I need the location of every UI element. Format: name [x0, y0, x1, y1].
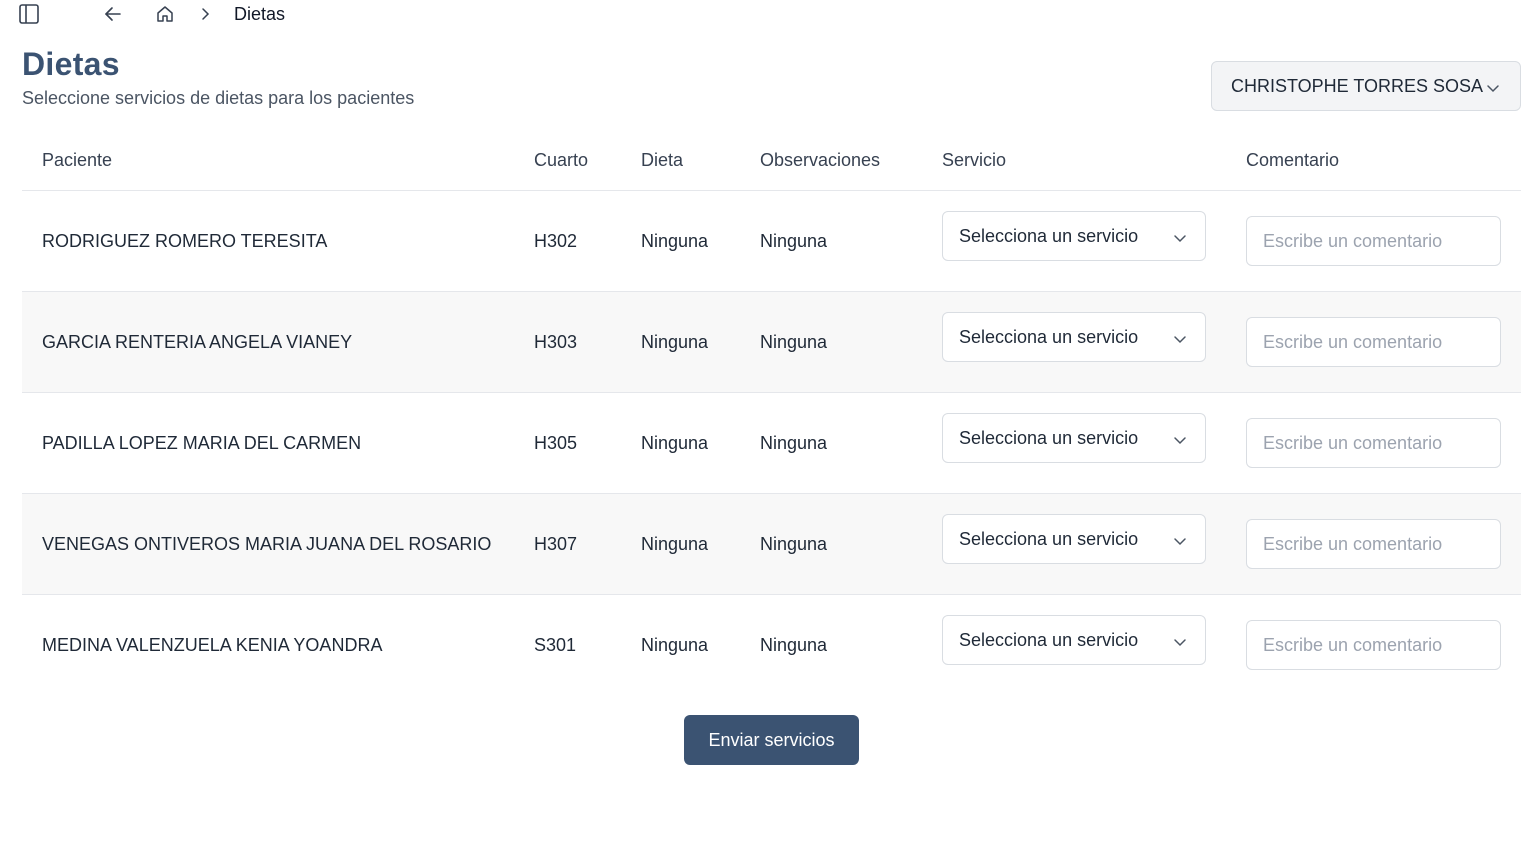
service-select[interactable]: Selecciona un servicio: [942, 211, 1206, 261]
column-header-servicio: Servicio: [942, 150, 1007, 170]
top-bar: Dietas: [0, 0, 1540, 28]
column-header-cuarto: Cuarto: [534, 150, 589, 170]
table-row: RODRIGUEZ ROMERO TERESITA H302 Ninguna N…: [22, 191, 1521, 292]
table-row: PADILLA LOPEZ MARIA DEL CARMEN H305 Ning…: [22, 393, 1521, 494]
service-select[interactable]: Selecciona un servicio: [942, 413, 1206, 463]
diet: Ninguna: [641, 534, 709, 554]
room: H307: [534, 534, 578, 554]
observations: Ninguna: [760, 231, 828, 251]
service-select-value: Selecciona un servicio: [959, 326, 1139, 347]
column-header-paciente: Paciente: [42, 150, 113, 170]
service-select-value: Selecciona un servicio: [959, 427, 1139, 448]
breadcrumb-current: Dietas: [234, 4, 286, 24]
user-select[interactable]: CHRISTOPHE TORRES SOSA: [1211, 61, 1521, 111]
observations: Ninguna: [760, 635, 828, 655]
room: H302: [534, 231, 578, 251]
comment-input[interactable]: [1246, 519, 1501, 569]
patient-name: MEDINA VALENZUELA KENIA YOANDRA: [42, 635, 383, 655]
user-select-value: CHRISTOPHE TORRES SOSA: [1231, 75, 1484, 96]
comment-input[interactable]: [1246, 418, 1501, 468]
room: H305: [534, 433, 578, 453]
table-row: GARCIA RENTERIA ANGELA VIANEY H303 Ningu…: [22, 292, 1521, 393]
table-row: VENEGAS ONTIVEROS MARIA JUANA DEL ROSARI…: [22, 494, 1521, 595]
column-header-dieta: Dieta: [641, 150, 684, 170]
patient-name: RODRIGUEZ ROMERO TERESITA: [42, 231, 328, 251]
service-select[interactable]: Selecciona un servicio: [942, 312, 1206, 362]
home-icon[interactable]: [153, 2, 177, 26]
chevron-down-icon: [1173, 229, 1187, 250]
observations: Ninguna: [760, 433, 828, 453]
service-select[interactable]: Selecciona un servicio: [942, 514, 1206, 564]
diet: Ninguna: [641, 433, 709, 453]
chevron-down-icon: [1173, 633, 1187, 654]
patient-name: GARCIA RENTERIA ANGELA VIANEY: [42, 332, 353, 352]
service-select-value: Selecciona un servicio: [959, 528, 1139, 549]
diet: Ninguna: [641, 635, 709, 655]
service-select-value: Selecciona un servicio: [959, 225, 1139, 246]
chevron-down-icon: [1173, 431, 1187, 452]
submit-services-button[interactable]: Enviar servicios: [684, 715, 859, 765]
comment-input[interactable]: [1246, 216, 1501, 266]
table-row: MEDINA VALENZUELA KENIA YOANDRA S301 Nin…: [22, 595, 1521, 696]
room: H303: [534, 332, 578, 352]
page-title: Dietas: [22, 46, 120, 82]
comment-input[interactable]: [1246, 317, 1501, 367]
room: S301: [534, 635, 577, 655]
sidebar-toggle-icon[interactable]: [17, 2, 41, 26]
observations: Ninguna: [760, 534, 828, 554]
chevron-down-icon: [1173, 330, 1187, 351]
service-select-value: Selecciona un servicio: [959, 629, 1139, 650]
diet: Ninguna: [641, 231, 709, 251]
arrow-left-icon[interactable]: [101, 2, 125, 26]
patient-name: VENEGAS ONTIVEROS MARIA JUANA DEL ROSARI…: [42, 534, 492, 554]
column-header-comentario: Comentario: [1246, 150, 1340, 170]
page-subtitle: Seleccione servicios de dietas para los …: [22, 88, 415, 108]
service-select[interactable]: Selecciona un servicio: [942, 615, 1206, 665]
comment-input[interactable]: [1246, 620, 1501, 670]
chevron-right-icon: [193, 2, 217, 26]
diet-table: Paciente Cuarto Dieta Observaciones Serv…: [22, 134, 1521, 696]
observations: Ninguna: [760, 332, 828, 352]
chevron-down-icon: [1173, 532, 1187, 553]
chevron-down-icon: [1486, 79, 1500, 100]
column-header-observaciones: Observaciones: [760, 150, 881, 170]
patient-name: PADILLA LOPEZ MARIA DEL CARMEN: [42, 433, 362, 453]
diet: Ninguna: [641, 332, 709, 352]
table-header: Paciente Cuarto Dieta Observaciones Serv…: [22, 134, 1521, 191]
